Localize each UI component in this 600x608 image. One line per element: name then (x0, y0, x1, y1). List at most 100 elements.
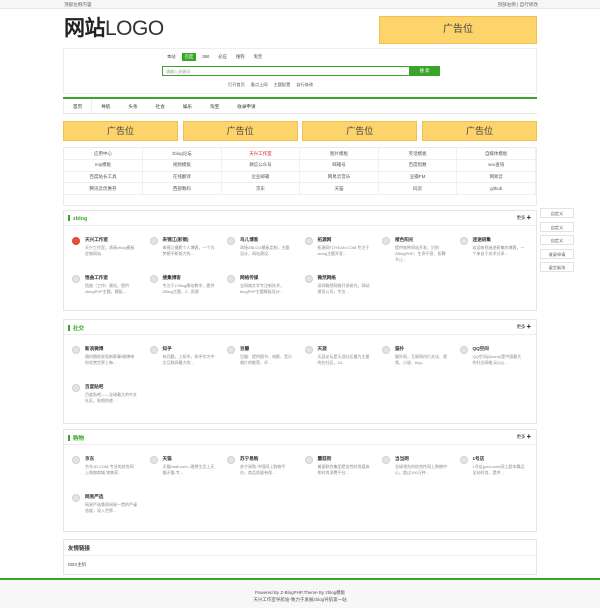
site-card[interactable]: 苏宁易购 苏宁易购-中国网上购物平台，商品质量有保... (223, 454, 293, 494)
nav-item[interactable]: 社会 (147, 99, 174, 113)
site-name[interactable]: 天猫 (163, 456, 172, 462)
site-name[interactable]: 拓源网 (318, 237, 332, 243)
site-name[interactable]: 1号店 (473, 456, 485, 462)
site-name[interactable]: QQ空间 (473, 346, 489, 352)
site-card[interactable]: 来锦江(彩钢) 来锦江摄影个人博客，一个为梦想不断努力的... (146, 235, 216, 275)
quick-link[interactable]: 网易云 (456, 171, 536, 184)
search-tab[interactable]: 搜狗 (233, 53, 248, 61)
nav-item[interactable]: 导航 (92, 99, 119, 113)
site-card[interactable]: 橙色阳光 提供各种网站开发、识别ZBlogPHP、生命不息、折腾不止... (378, 235, 448, 275)
header-ad[interactable]: 广告位 (379, 16, 537, 44)
site-card[interactable]: 天猫 天猫tmall.com--理想生活上天猫天猫-专... (146, 454, 216, 494)
search-input[interactable]: 请输入关键词 (162, 66, 410, 76)
site-name[interactable]: 天涯 (318, 346, 327, 352)
hot-keyword-link[interactable]: 看点上网 (251, 82, 268, 88)
site-card[interactable]: 天涯 天涯论坛是天涯社区最为主要的在社区，24... (301, 344, 371, 384)
nav-item[interactable]: 娱乐 (174, 99, 201, 113)
site-name[interactable]: 天兴工作室 (85, 237, 108, 243)
site-name[interactable]: 百度贴吧 (85, 384, 103, 390)
quick-link[interactable]: 网易云音乐 (299, 171, 379, 184)
side-menu-item[interactable]: 自定义 (540, 221, 574, 232)
site-card[interactable]: 拓源网 拓源网TOYEAN.COM,专注于zblog主题开发... (301, 235, 371, 275)
quick-link[interactable]: 天猫 (299, 182, 379, 195)
side-menu-item[interactable]: 自定义 (540, 208, 574, 218)
site-name[interactable]: 悟曲工作室 (85, 275, 108, 281)
site-card[interactable]: 鸟儿博客 承接ZBLOG模板定制，主题设计，网站建设... (223, 235, 293, 275)
ad-slot[interactable]: 广告位 (302, 121, 418, 141)
side-menu-item[interactable]: 收录申请 (540, 248, 574, 259)
site-name[interactable]: 来锦江(彩钢) (163, 237, 189, 243)
site-card[interactable]: 京东 京东JD.COM-专业的综合网上购物商城,销售家... (68, 454, 138, 494)
footer-powered[interactable]: Powered By Z-BlogPHP,Theme By zblog模板 (0, 589, 600, 596)
site-card[interactable]: 网易严选 网易严选秉承网易一贯的严谨态度，深入世界... (68, 492, 138, 532)
ad-slot[interactable]: 广告位 (182, 121, 298, 141)
side-menu-item[interactable]: 自定义 (540, 235, 574, 245)
site-name[interactable]: 搜集博客 (163, 275, 181, 281)
site-name[interactable]: 京东 (85, 456, 94, 462)
quick-link[interactable]: 码云 (378, 182, 458, 195)
site-name[interactable]: 当当网 (395, 456, 409, 462)
quick-link[interactable]: 百度指数 (378, 159, 458, 172)
site-card[interactable]: 新浪微博 随时随地发现新鲜事!微博带你欣赏世界上每... (68, 344, 138, 384)
quick-link[interactable]: 百度站长工具 (64, 171, 144, 184)
site-card[interactable]: 猫扑 猫扑网，互联网内行文化、视频、小说、blyy... (378, 344, 448, 384)
side-menu-item[interactable]: 留言板块 (540, 262, 574, 272)
site-card[interactable]: 悟曲工作室 悟曲（工作）建站，提供zblogPHP主题，模板... (68, 273, 138, 313)
quick-link[interactable]: 腾讯云优惠券 (64, 182, 144, 195)
site-card[interactable]: 豆瓣 豆瓣：提供图书、电影、音乐唱片的推荐、评... (223, 344, 293, 384)
search-button[interactable]: 搜 索 (409, 66, 440, 76)
quick-link[interactable]: 微信公众号 (221, 159, 301, 172)
quick-link[interactable]: 自媒体模板 (456, 148, 536, 161)
search-tab[interactable]: 百度 (181, 53, 197, 61)
site-card[interactable]: 知乎 有问题，上知乎。知乎作为中文互联网最大的... (146, 344, 216, 384)
search-tab[interactable]: 必应 (215, 53, 230, 61)
site-logo[interactable]: 网站LOGO (64, 17, 164, 41)
site-name[interactable]: 微然网络 (318, 275, 336, 281)
ad-slot[interactable]: 广告位 (421, 121, 537, 141)
topbar-left-text[interactable]: 顶部左侧内容 (64, 2, 92, 8)
hot-keyword-link[interactable]: 打开首页 (228, 82, 245, 88)
site-card[interactable]: QQ空间 QQ空间(Qzone)是中国最大的社交网络,玩QQ... (456, 344, 526, 384)
site-card[interactable]: 百度贴吧 百度贴吧——全球最大的中文社区。贴吧的使... (68, 382, 138, 422)
site-card[interactable]: 迷途研集 欢迎来到迷途研集的博客，一个来自于技术分享... (456, 235, 526, 275)
quick-link[interactable]: zblog论坛 (142, 148, 222, 161)
quick-link[interactable]: 笑话模板 (378, 148, 458, 161)
site-name[interactable]: 知乎 (163, 346, 172, 352)
quick-link[interactable]: 图片模板 (299, 148, 379, 161)
quick-link[interactable]: 西部数码 (142, 182, 222, 195)
site-card[interactable]: 网络传媒 全网络文学专注新技术，blogPHP主题模板设计... (223, 273, 293, 313)
site-name[interactable]: 猫扑 (395, 346, 404, 352)
more-link[interactable]: 更多 ✚ (517, 434, 531, 440)
hot-keyword-link[interactable]: 自行修改 (296, 82, 313, 88)
more-link[interactable]: 更多 ✚ (517, 324, 531, 330)
nav-item[interactable]: 头条 (119, 99, 146, 113)
quick-link[interactable]: 应用中心 (64, 148, 144, 161)
quick-link[interactable]: 豆瓣FM (378, 171, 458, 184)
site-card[interactable]: 1号店 1号店(yhd.com)网上超市舞品全站时尚，提供... (456, 454, 526, 494)
quick-link[interactable]: github (456, 182, 536, 195)
search-tab[interactable]: 本站 (164, 53, 179, 61)
site-card[interactable]: 搜集博客 专注于Z-Blog建站教学，提供ZBlog主题、Z...资源 (146, 273, 216, 313)
site-name[interactable]: 苏宁易购 (240, 456, 258, 462)
nav-item[interactable]: 收录申请 (228, 99, 264, 113)
site-card[interactable]: 蘑菇街 美丽联合集团是女性时尚媒体和时尚消费平台... (301, 454, 371, 494)
quick-link[interactable]: 京东 (221, 182, 301, 195)
quick-link[interactable]: 企业邮箱 (221, 171, 301, 184)
site-name[interactable]: 豆瓣 (240, 346, 249, 352)
site-name[interactable]: 蘑菇街 (318, 456, 332, 462)
site-card[interactable]: 微然网络 深圳微然网络开发研究，网站建设公司，专业... (301, 273, 371, 313)
site-name[interactable]: 新浪微博 (85, 346, 103, 352)
ad-slot[interactable]: 广告位 (63, 121, 178, 141)
quick-link[interactable]: seo查询 (456, 159, 536, 172)
more-link[interactable]: 更多 ✚ (517, 215, 531, 221)
quick-link[interactable]: 视频模板 (142, 159, 222, 172)
friend-link[interactable]: DBS主机 (68, 562, 86, 568)
site-card[interactable]: 当当网 全球领先的综合性网上购物中心。超过100万种... (378, 454, 448, 494)
quick-link[interactable]: mip模板 (64, 159, 144, 172)
topbar-right-text[interactable]: 顶部右侧 | 自行修改 (498, 2, 539, 8)
site-name[interactable]: 网络传媒 (240, 275, 258, 281)
site-name[interactable]: 鸟儿博客 (240, 237, 258, 243)
quick-link[interactable]: 天兴工作室 (221, 148, 301, 161)
nav-item[interactable]: 淘宝 (201, 99, 228, 113)
nav-item[interactable]: 首页 (63, 99, 93, 113)
